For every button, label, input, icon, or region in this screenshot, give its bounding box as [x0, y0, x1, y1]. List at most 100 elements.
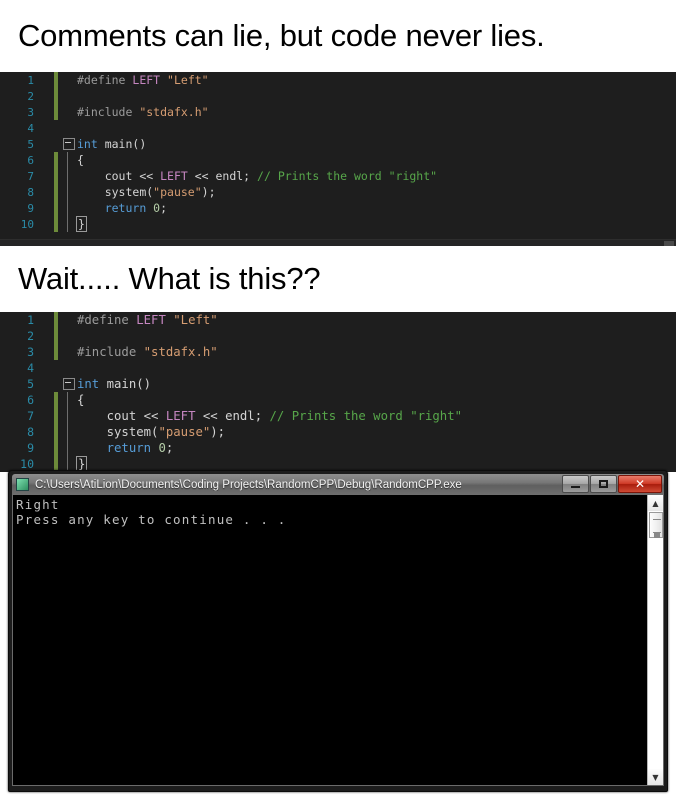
code-text: }: [75, 216, 676, 232]
fold-indicator[interactable]: [62, 152, 75, 168]
code-line: 10 }: [0, 216, 676, 232]
token-call: system(: [104, 185, 154, 199]
token-stream: cout <<: [106, 409, 166, 423]
token-brace: {: [77, 153, 84, 167]
scroll-down-icon[interactable]: ▼: [648, 769, 663, 785]
console-title-bar[interactable]: C:\Users\AtiLion\Documents\Coding Projec…: [12, 474, 664, 495]
fold-indicator[interactable]: [62, 392, 75, 408]
code-line: 2: [0, 88, 676, 104]
code-text: #define LEFT "Left": [75, 73, 676, 87]
line-number: 1: [27, 73, 34, 87]
token-endl: << endl;: [187, 169, 251, 183]
fold-indicator[interactable]: [62, 104, 75, 120]
token-comment: // Prints the word "right": [269, 409, 463, 423]
line-number: 4: [27, 121, 34, 135]
fold-indicator[interactable]: [62, 88, 75, 104]
code-line: 2: [0, 328, 676, 344]
fold-indicator[interactable]: [62, 328, 75, 344]
token-stream: cout <<: [104, 169, 161, 183]
fold-indicator[interactable]: [62, 168, 75, 184]
code-line: 6 {: [0, 392, 676, 408]
editor-horizontal-scrollbar[interactable]: [0, 239, 676, 246]
code-text: {: [75, 153, 676, 167]
change-bar: [54, 408, 58, 424]
console-body[interactable]: Right Press any key to continue . . . ▲ ▼: [12, 495, 664, 786]
code-text: return 0;: [75, 441, 676, 455]
console-title-text: C:\Users\AtiLion\Documents\Coding Projec…: [35, 478, 462, 491]
code-text: #include "stdafx.h": [75, 105, 676, 119]
fold-indicator[interactable]: [62, 360, 75, 376]
window-controls: ✕: [562, 475, 662, 493]
fold-indicator[interactable]: [62, 440, 75, 456]
change-bar: [54, 184, 58, 200]
token-preprocessor: #define: [77, 313, 129, 327]
fold-indicator[interactable]: [62, 424, 75, 440]
maximize-button[interactable]: [590, 475, 617, 493]
code-rows: 1 #define LEFT "Left" 2 3 #include "stda…: [0, 312, 676, 472]
code-line: 3 #include "stdafx.h": [0, 104, 676, 120]
token-number: 0: [151, 441, 166, 455]
fold-indicator[interactable]: [62, 344, 75, 360]
line-number: 7: [27, 169, 34, 183]
change-bar: [54, 120, 58, 136]
token-punct: ;: [160, 201, 168, 215]
code-line: 3 #include "stdafx.h": [0, 344, 676, 360]
token-punct: ;: [165, 441, 174, 455]
token-function: main(): [97, 137, 147, 151]
token-brace: }: [75, 456, 88, 472]
code-line: 4: [0, 120, 676, 136]
fold-indicator[interactable]: [62, 72, 75, 88]
code-rows: 1 #define LEFT "Left" 2 3 #include "stda…: [0, 72, 676, 232]
console-window[interactable]: C:\Users\AtiLion\Documents\Coding Projec…: [8, 470, 668, 792]
code-text: #define LEFT "Left": [75, 313, 676, 327]
console-output-line-2: Press any key to continue . . .: [16, 512, 287, 527]
fold-indicator[interactable]: [62, 200, 75, 216]
code-line: 8 system("pause");: [0, 184, 676, 200]
token-macro: LEFT: [132, 73, 161, 87]
console-vertical-scrollbar[interactable]: ▲ ▼: [647, 495, 663, 785]
fold-indicator[interactable]: [62, 312, 75, 328]
line-number: 3: [27, 105, 34, 119]
change-bar: [54, 88, 58, 104]
console-app-icon: [16, 478, 29, 491]
code-line: 8 system("pause");: [0, 424, 676, 440]
token-macro: LEFT: [136, 313, 166, 327]
code-editor-bottom[interactable]: 1 #define LEFT "Left" 2 3 #include "stda…: [0, 312, 676, 472]
code-text: }: [75, 456, 676, 472]
change-bar: [54, 360, 58, 376]
token-preprocessor: #include: [77, 345, 137, 359]
token-keyword: return: [106, 441, 152, 455]
change-bar: [54, 200, 58, 216]
line-number: 7: [27, 409, 34, 423]
fold-indicator[interactable]: [62, 216, 75, 232]
fold-indicator[interactable]: [62, 408, 75, 424]
fold-collapse-icon[interactable]: [62, 376, 75, 392]
scroll-up-icon[interactable]: ▲: [648, 495, 663, 511]
line-number: 5: [27, 377, 34, 391]
code-editor-top[interactable]: 1 #define LEFT "Left" 2 3 #include "stda…: [0, 72, 676, 246]
token-string: "pause": [153, 185, 202, 199]
fold-indicator[interactable]: [62, 184, 75, 200]
line-number: 6: [27, 153, 34, 167]
code-line: 9 return 0;: [0, 200, 676, 216]
code-line: 7 cout << LEFT << endl; // Prints the wo…: [0, 408, 676, 424]
change-bar: [54, 328, 58, 344]
code-text: cout << LEFT << endl; // Prints the word…: [75, 409, 676, 423]
line-number: 1: [27, 313, 34, 327]
change-bar: [54, 152, 58, 168]
token-string: "stdafx.h": [143, 345, 218, 359]
fold-indicator[interactable]: [62, 120, 75, 136]
code-text: cout << LEFT << endl; // Prints the word…: [75, 169, 676, 183]
scrollbar-thumb[interactable]: [649, 512, 663, 538]
minimize-button[interactable]: [562, 475, 589, 493]
code-line: 7 cout << LEFT << endl; // Prints the wo…: [0, 168, 676, 184]
code-text: {: [75, 393, 676, 407]
token-comment: // Prints the word "right": [257, 169, 438, 183]
code-text: int main(): [75, 377, 676, 391]
token-function: main(): [99, 377, 152, 391]
fold-collapse-icon[interactable]: [62, 136, 75, 152]
code-line: 1 #define LEFT "Left": [0, 312, 676, 328]
code-line: 1 #define LEFT "Left": [0, 72, 676, 88]
close-button[interactable]: ✕: [618, 475, 662, 493]
caption-top-text: Comments can lie, but code never lies.: [18, 18, 545, 53]
